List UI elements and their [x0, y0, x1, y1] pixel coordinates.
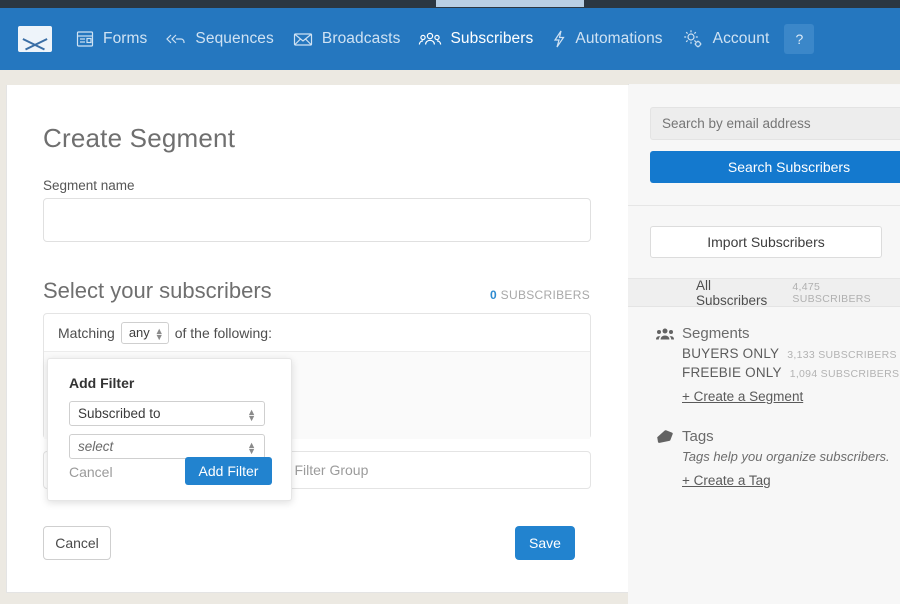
- nav-label-account: Account: [712, 30, 770, 47]
- create-a-tag-link[interactable]: + Create a Tag: [682, 473, 771, 488]
- add-filter-popover: Add Filter Subscribed to ▲ ▼ select ▲ ▼ Ca…: [47, 358, 292, 501]
- create-segment-card: Create Segment Segment name Select your …: [6, 85, 629, 593]
- gear-icon: [681, 28, 705, 50]
- segments-block: Segments BUYERS ONLY 3,133 SUBSCRIBERS F…: [628, 307, 900, 406]
- help-button[interactable]: ?: [784, 24, 815, 54]
- import-section: Import Subscribers: [628, 206, 900, 279]
- spinner-arrows-icon: ▲ ▼: [154, 325, 164, 342]
- nav-item-account[interactable]: Account: [672, 8, 779, 70]
- save-button[interactable]: Save: [515, 526, 575, 560]
- create-a-segment-link[interactable]: + Create a Segment: [682, 389, 803, 404]
- tags-block: Tags Tags help you organize subscribers.…: [628, 406, 900, 490]
- all-subscribers-label: All Subscribers: [696, 277, 768, 308]
- tag-icon: [656, 429, 682, 445]
- app-logo[interactable]: [8, 8, 66, 70]
- nav-label-broadcasts: Broadcasts: [321, 30, 401, 47]
- filter-field-select[interactable]: Subscribed to ▲ ▼: [69, 401, 265, 426]
- segments-heading: Segments: [656, 325, 900, 342]
- people-icon: [656, 327, 682, 341]
- matching-prefix-label: Matching: [58, 324, 115, 341]
- add-filter-popover-title: Add Filter: [69, 375, 135, 391]
- nav-item-broadcasts[interactable]: Broadcasts: [283, 8, 410, 70]
- segment-count: 1,094 SUBSCRIBERS: [789, 368, 900, 380]
- top-scrollbar-thumb[interactable]: [436, 0, 584, 7]
- matching-row: Matching any ▲ ▼ of the following:: [44, 314, 590, 352]
- all-subscribers-count: 4,475 SUBSCRIBERS: [792, 280, 871, 305]
- automations-icon: [551, 29, 567, 49]
- forms-icon: [75, 29, 95, 49]
- tags-heading-label: Tags: [682, 428, 714, 445]
- spinner-arrows-icon: ▲ ▼: [247, 406, 256, 423]
- sidebar-item-segment-buyers-only[interactable]: BUYERS ONLY 3,133 SUBSCRIBERS: [656, 346, 900, 361]
- segment-count: 3,133 SUBSCRIBERS: [787, 349, 897, 361]
- matching-any-value: any: [128, 325, 150, 340]
- spinner-arrows-icon: ▲ ▼: [247, 439, 256, 456]
- cancel-button[interactable]: Cancel: [43, 526, 111, 560]
- subscribers-icon: [418, 29, 442, 49]
- nav-label-automations: Automations: [575, 30, 663, 47]
- search-subscribers-button[interactable]: Search Subscribers: [650, 151, 900, 183]
- subscribers-sidebar: Search Subscribers Import Subscribers Al…: [628, 85, 900, 604]
- add-filter-submit-button[interactable]: Add Filter: [185, 457, 272, 485]
- matching-suffix-label: of the following:: [174, 324, 272, 341]
- segment-name-input[interactable]: [43, 198, 591, 242]
- import-subscribers-button[interactable]: Import Subscribers: [650, 226, 882, 258]
- tags-help-note: Tags help you organize subscribers.: [682, 449, 890, 464]
- add-filter-cancel-link[interactable]: Cancel: [69, 464, 113, 480]
- subscriber-count-badge: 0 SUBSCRIBERS: [490, 288, 590, 302]
- subscriber-count-number: 0: [490, 288, 498, 302]
- subscriber-count-label: SUBSCRIBERS: [500, 288, 590, 302]
- filter-value-value: select: [78, 439, 114, 454]
- search-section: Search Subscribers: [628, 85, 900, 206]
- nav-label-forms: Forms: [103, 30, 148, 47]
- page-title: Create Segment: [43, 123, 236, 153]
- nav-item-forms[interactable]: Forms: [66, 8, 156, 70]
- nav-item-automations[interactable]: Automations: [542, 8, 671, 70]
- segment-name: BUYERS ONLY: [682, 346, 780, 361]
- segment-name: FREEBIE ONLY: [682, 365, 782, 380]
- filter-value-select[interactable]: select ▲ ▼: [69, 434, 265, 459]
- segment-name-label: Segment name: [43, 178, 135, 193]
- broadcasts-icon: [292, 29, 314, 49]
- filter-field-value: Subscribed to: [78, 406, 161, 421]
- nav-item-sequences[interactable]: Sequences: [156, 8, 282, 70]
- matching-any-select[interactable]: any ▲ ▼: [120, 321, 169, 344]
- top-scrollbar-track[interactable]: [0, 0, 900, 8]
- sidebar-item-segment-freebie-only[interactable]: FREEBIE ONLY 1,094 SUBSCRIBERS: [656, 365, 900, 380]
- nav-label-sequences: Sequences: [195, 30, 274, 47]
- search-input[interactable]: [650, 107, 900, 140]
- nav-item-subscribers[interactable]: Subscribers: [409, 8, 542, 70]
- segments-heading-label: Segments: [682, 325, 750, 342]
- nav-label-subscribers: Subscribers: [450, 30, 534, 47]
- sidebar-item-all-subscribers[interactable]: All Subscribers 4,475 SUBSCRIBERS: [628, 277, 900, 308]
- envelope-logo-icon: [18, 26, 52, 52]
- main-navbar: Forms Sequences Broadcasts Subscribers A…: [0, 8, 900, 70]
- select-subscribers-heading: Select your subscribers: [43, 278, 272, 303]
- sequences-icon: [165, 29, 187, 49]
- tags-heading: Tags: [656, 428, 900, 445]
